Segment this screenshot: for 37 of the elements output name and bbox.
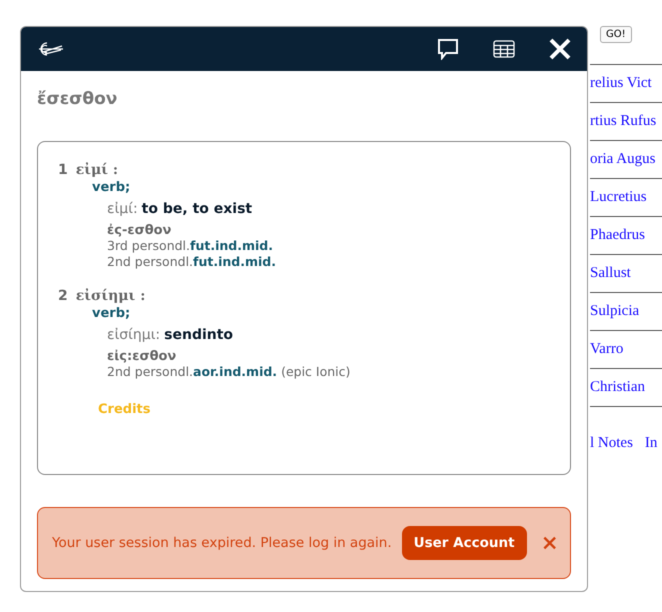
lemma: εἰσίημι : [76,288,146,304]
parse-person: 2nd persondl. [107,254,194,269]
parse-tag: aor.ind.mid. [193,364,278,379]
user-account-button[interactable]: User Account [402,526,527,560]
gloss: to be, to exist [142,201,252,217]
gloss-word: εἰμί: [107,201,138,217]
entry-number: 1 [58,162,68,178]
author-link[interactable]: relius Vict [590,75,652,92]
comment-icon[interactable] [437,38,459,60]
author-link[interactable]: Christian [590,379,645,396]
part-of-speech: verb; [92,180,132,195]
word-form: ἐς-εσθον [107,223,172,238]
word-title: ἔσεσθον [37,89,118,109]
author-link[interactable]: Sulpicia [590,303,640,320]
author-link[interactable]: Sallust [590,265,631,282]
table-icon[interactable] [493,40,515,58]
parse-note: (epic Ionic) [281,364,350,379]
footer-link[interactable]: In [644,435,658,452]
part-of-speech: verb; [92,306,132,321]
close-icon[interactable] [549,38,571,60]
footer-link[interactable]: l Notes [590,435,633,452]
author-link[interactable]: Varro [590,341,624,358]
parse-tag: fut.ind.mid. [190,238,273,253]
gloss-word: εἰσίημι: [107,327,160,343]
author-link[interactable]: oria Augus [590,151,656,168]
gloss: sendinto [164,327,234,343]
lemma: εἰμί : [76,162,118,178]
author-link[interactable]: rtius Rufus [590,113,656,130]
entry-number: 2 [58,288,68,304]
parse-tag: fut.ind.mid. [193,254,276,269]
author-link[interactable]: Lucretius [590,189,647,206]
parse-person: 3rd persondl. [107,238,190,253]
parse-person: 2nd persondl. [107,364,194,379]
author-link[interactable]: Phaedrus [590,227,645,244]
go-button[interactable]: GO! [600,26,632,43]
word-form: εἰς:εσθον [107,349,178,364]
alert-message: Your user session has expired. Please log in again. [52,535,392,551]
